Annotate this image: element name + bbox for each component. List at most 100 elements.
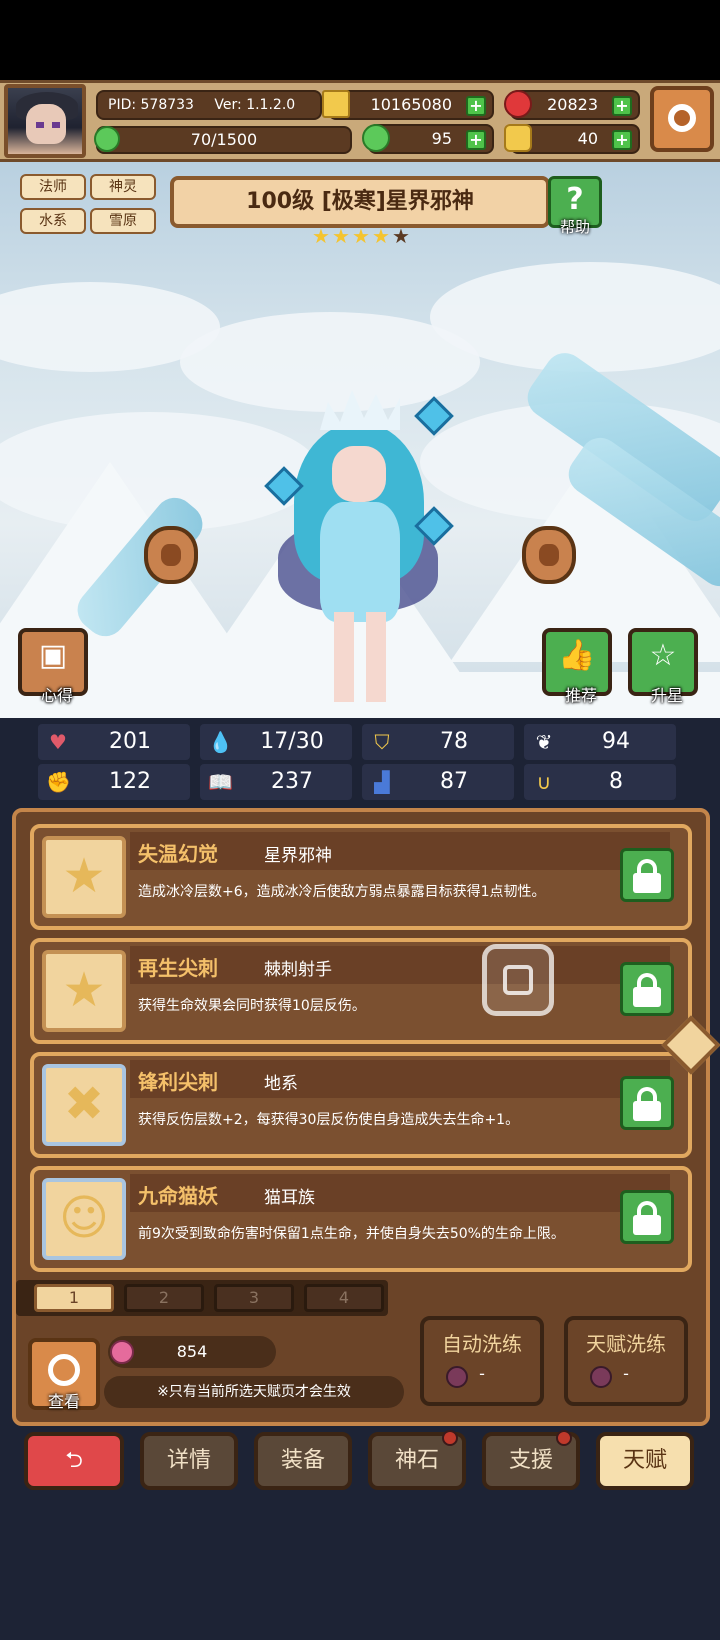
add-clover-button[interactable]: +	[466, 130, 486, 150]
nav-talent[interactable]: 天赋	[596, 1432, 694, 1490]
energy-clover-icon	[94, 126, 120, 152]
add-ruby-button[interactable]: +	[612, 96, 632, 116]
lock-button[interactable]	[620, 962, 674, 1016]
rating-star-icon: ★	[352, 224, 370, 248]
water-drop-icon: 💧	[208, 730, 233, 754]
tab-page-1[interactable]: 1	[34, 1284, 114, 1312]
gold-bar: 10165080 +	[322, 90, 494, 120]
notification-dot	[442, 1430, 458, 1446]
rating-star-icon: ★	[332, 224, 350, 248]
lock-button[interactable]	[620, 1190, 674, 1244]
ruby-bar: 20823 +	[504, 90, 640, 120]
nav-support[interactable]: 支援	[482, 1430, 580, 1490]
talent-icon: ☺	[42, 1178, 126, 1260]
talent-card[interactable]: ★ 失温幻觉 星界邪神 造成冰冷层数+6，造成冰冷后使敌方弱点暴露目标获得1点韧…	[30, 824, 692, 930]
stats-panel: ♥ 201 💧 17/30 ⛉ 78 ❦ 94 ✊ 122 📖 237 ▟ 87…	[0, 718, 720, 802]
nav-details[interactable]: 详情	[140, 1432, 238, 1490]
right-badge-icon[interactable]	[522, 526, 576, 584]
tab-page-4[interactable]: 4	[304, 1284, 384, 1312]
question-icon: ?	[566, 182, 584, 217]
gear-icon	[668, 104, 696, 132]
peach-icon	[110, 1340, 134, 1364]
heart-icon: ♥	[49, 730, 67, 754]
tag-mage: 法师	[20, 174, 86, 200]
upgrade-star-button[interactable]: ☆ 升星	[628, 628, 698, 705]
stat-luck: ∪ 8	[524, 764, 676, 800]
status-bar	[0, 0, 720, 80]
ruby-icon	[504, 90, 532, 118]
lock-button[interactable]	[620, 848, 674, 902]
star-icon: ☆	[649, 638, 677, 673]
talent-refine-button[interactable]: 天赋洗练 -	[564, 1316, 688, 1406]
talent-card[interactable]: ✖ 锋利尖刺 地系 获得反伤层数+2，每获得30层反伤使自身造成失去生命+1。	[30, 1052, 692, 1158]
energy-bar: 70/1500	[96, 126, 352, 154]
insight-button[interactable]: ▣ 心得	[18, 628, 88, 705]
talent-icon: ✖	[42, 1064, 126, 1146]
left-badge-icon[interactable]	[144, 526, 198, 584]
recommend-button[interactable]: 👍 推荐	[542, 628, 612, 705]
tag-snowfield: 雪原	[90, 208, 156, 234]
stat-hp: ♥ 201	[38, 724, 190, 760]
wing-icon: ❦	[535, 730, 553, 754]
game-version: Ver: 1.1.2.0	[214, 97, 296, 113]
ruby-value: 20823	[547, 95, 598, 114]
stat-mana: 💧 17/30	[200, 724, 352, 760]
talent-card[interactable]: ★ 再生尖刺 棘刺射手 获得生命效果会同时获得10层反伤。	[30, 938, 692, 1044]
boot-currency-icon	[504, 124, 532, 152]
boot-icon: ▟	[374, 770, 390, 794]
scroll-icon: ▣	[38, 638, 68, 673]
tab-page-3[interactable]: 3	[214, 1284, 294, 1312]
stat-evasion: ❦ 94	[524, 724, 676, 760]
character-sprite	[264, 382, 454, 712]
auto-refine-button[interactable]: 自动洗练 -	[420, 1316, 544, 1406]
peach-count: 854	[176, 1342, 208, 1361]
stat-magic: 📖 237	[200, 764, 352, 800]
tag-water: 水系	[20, 208, 86, 234]
crossed-spikes-icon: ✖	[63, 1076, 105, 1132]
tab-page-2[interactable]: 2	[124, 1284, 204, 1312]
horseshoe-icon: ∪	[536, 770, 552, 794]
lock-button[interactable]	[620, 1076, 674, 1130]
talent-card[interactable]: ☺ 九命猫妖 猫耳族 前9次受到致命伤害时保留1点生命，并使自身失去50%的生命…	[30, 1166, 692, 1272]
stat-attack: ✊ 122	[38, 764, 190, 800]
talent-page-note: ※只有当前所选天赋页才会生效	[104, 1376, 404, 1408]
view-button[interactable]: 查看	[28, 1338, 100, 1411]
player-info-bar: PID: 578733 Ver: 1.1.2.0	[96, 90, 322, 120]
fist-icon: ✊	[46, 770, 71, 794]
stat-speed: ▟ 87	[362, 764, 514, 800]
nav-godstone[interactable]: 神石	[368, 1430, 466, 1490]
star-icon: ★	[62, 848, 106, 904]
clover-bar: 95 +	[362, 124, 494, 154]
cat-face-icon: ☺	[58, 1190, 110, 1246]
magnifier-icon	[48, 1354, 80, 1386]
character-title: 100级 [极寒]星界邪神	[170, 176, 550, 228]
back-button[interactable]: ⮌	[24, 1432, 124, 1490]
help-label: 帮助	[559, 218, 590, 236]
energy-value: 70/1500	[190, 130, 258, 149]
floating-assist-button[interactable]	[482, 944, 554, 1016]
nav-equipment[interactable]: 装备	[254, 1432, 352, 1490]
player-avatar[interactable]	[4, 84, 86, 158]
book-icon: 📖	[208, 770, 233, 794]
rating-star-icon: ★	[372, 224, 390, 248]
clover-value: 95	[431, 129, 452, 148]
star-rating: ★ ★ ★ ★ ★	[312, 226, 412, 248]
player-id: PID: 578733	[108, 97, 194, 113]
settings-gear-button[interactable]	[650, 86, 714, 152]
talent-icon: ★	[42, 950, 126, 1032]
star-icon: ★	[62, 962, 106, 1018]
add-gold-button[interactable]: +	[466, 96, 486, 116]
talent-icon: ★	[42, 836, 126, 918]
gold-coin-icon	[322, 90, 350, 118]
back-arrow-icon: ⮌	[65, 1448, 83, 1473]
thumbs-up-icon: 👍	[558, 638, 596, 673]
notification-dot	[556, 1430, 572, 1446]
rating-star-icon: ★	[312, 224, 330, 248]
clover-icon	[362, 124, 390, 152]
gold-value: 10165080	[370, 95, 452, 114]
add-shoes-button[interactable]: +	[612, 130, 632, 150]
rating-star-icon: ★	[392, 224, 410, 248]
shoes-value: 40	[577, 129, 598, 148]
tag-deity: 神灵	[90, 174, 156, 200]
stat-defense: ⛉ 78	[362, 724, 514, 760]
